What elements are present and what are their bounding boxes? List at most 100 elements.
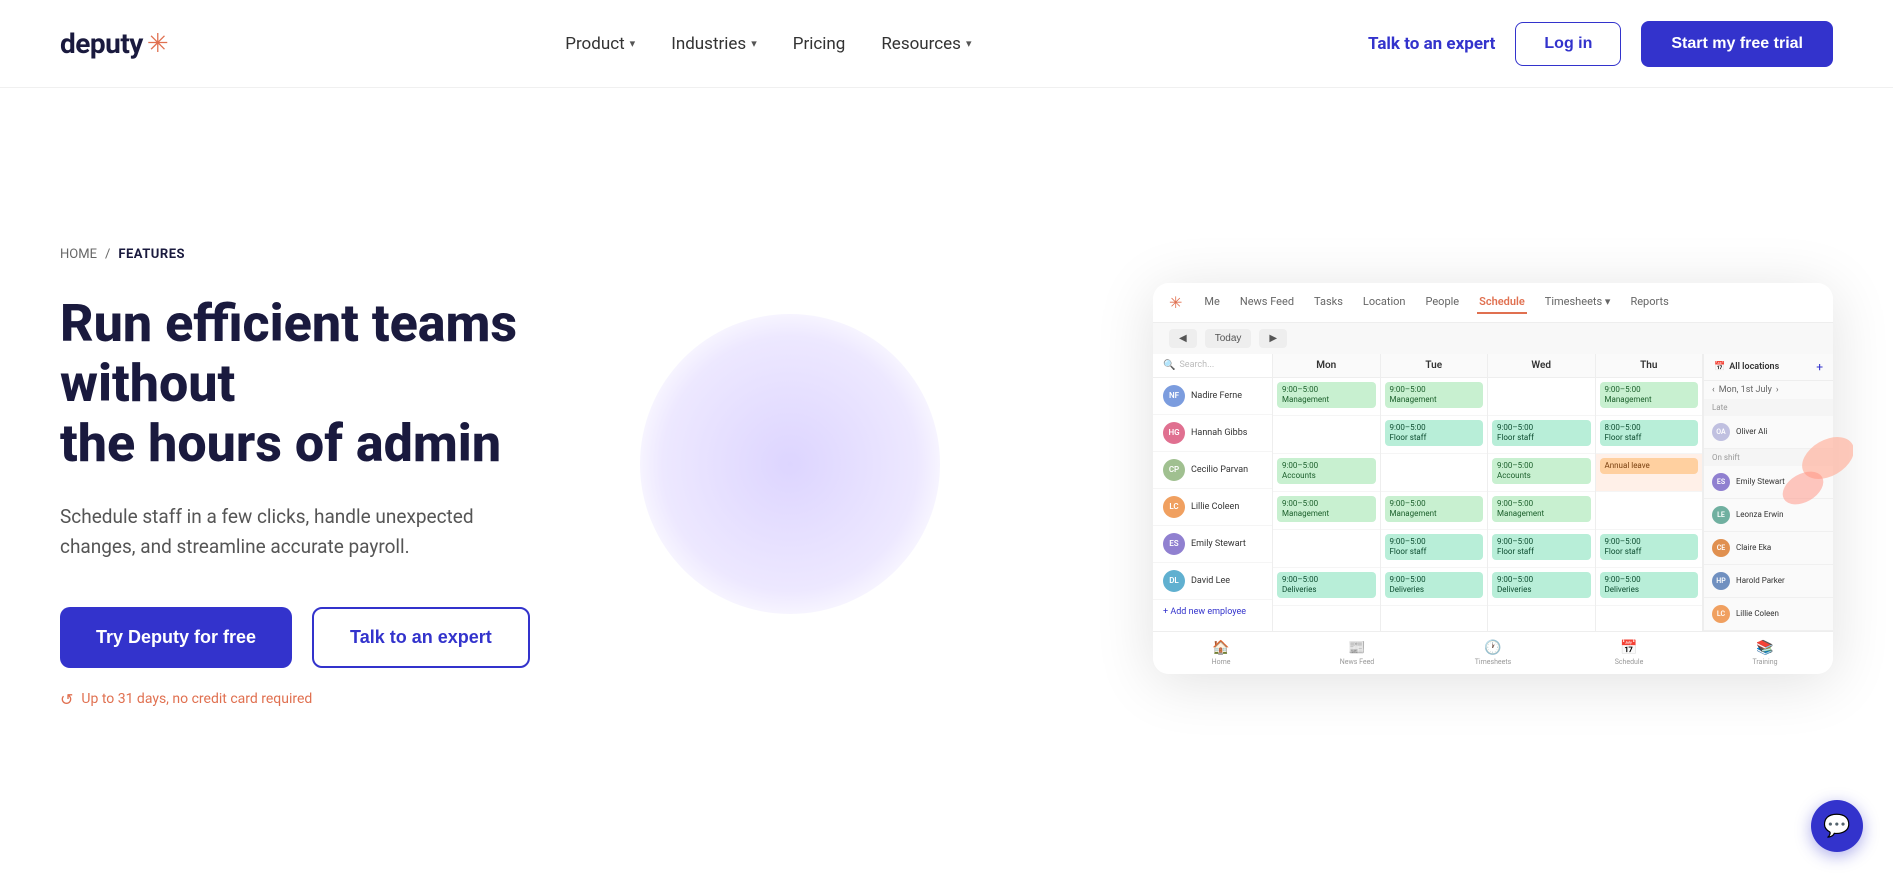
shift-block[interactable]: 9:00–5:00Accounts: [1492, 458, 1591, 485]
table-row: [1488, 378, 1595, 416]
bottom-nav-newsfeed[interactable]: 📰 News Feed: [1289, 638, 1425, 668]
shift-block[interactable]: 9:00–5:00Floor staff: [1492, 534, 1591, 561]
table-row: 9:00–5:00Management: [1381, 378, 1488, 416]
shift-block[interactable]: 9:00–5:00Deliveries: [1600, 572, 1699, 599]
tab-newsfeed[interactable]: News Feed: [1238, 291, 1296, 314]
tab-people[interactable]: People: [1423, 291, 1461, 314]
shift-block[interactable]: 8:00–5:00Floor staff: [1600, 420, 1699, 447]
toolbar-btn-1[interactable]: ◀: [1169, 329, 1197, 348]
add-employee-button[interactable]: + Add new employee: [1153, 600, 1272, 624]
nav-links: Product ▾ Industries ▾ Pricing Resources…: [565, 34, 971, 54]
shift-block[interactable]: 9:00–5:00Management: [1277, 496, 1376, 523]
nav-talk-to-expert-link[interactable]: Talk to an expert: [1368, 34, 1495, 54]
logo[interactable]: deputy ✳: [60, 27, 169, 60]
staff-list: 🔍 Search... NF Nadire Ferne HG Hannah Gi…: [1153, 354, 1273, 631]
bottom-nav-home[interactable]: 🏠 Home: [1153, 638, 1289, 668]
app-topbar: ✳ Me News Feed Tasks Location People Sch…: [1153, 283, 1833, 323]
avatar: NF: [1163, 385, 1185, 407]
hero-left: HOME / FEATURES Run efficient teams with…: [60, 247, 580, 708]
annual-leave-block[interactable]: Annual leave: [1600, 458, 1699, 474]
tab-me[interactable]: Me: [1202, 291, 1221, 314]
app-nav-tabs: Me News Feed Tasks Location People Sched…: [1202, 291, 1670, 314]
shift-block[interactable]: 9:00–5:00Deliveries: [1385, 572, 1484, 599]
hero-heading: Run efficient teams without the hours of…: [60, 294, 580, 473]
breadcrumb-separator: /: [105, 247, 110, 262]
shift-block[interactable]: 9:00–5:00Floor staff: [1600, 534, 1699, 561]
day-header-thu: Thu: [1596, 354, 1703, 378]
nav-industries[interactable]: Industries ▾: [671, 34, 757, 54]
search-icon: 🔍: [1163, 360, 1175, 371]
refresh-icon: ↺: [60, 690, 73, 709]
avatar: CP: [1163, 459, 1185, 481]
talk-to-expert-button[interactable]: Talk to an expert: [312, 607, 530, 668]
training-icon: 📚: [1756, 640, 1773, 656]
day-header-mon: Mon: [1273, 354, 1380, 378]
shift-block[interactable]: 9:00–5:00Floor staff: [1385, 420, 1484, 447]
chevron-right-icon[interactable]: ›: [1776, 385, 1779, 395]
shift-block[interactable]: 9:00–5:00Management: [1385, 496, 1484, 523]
calendar-icon: 📅: [1714, 362, 1725, 372]
nav-pricing[interactable]: Pricing: [793, 34, 846, 54]
timesheets-icon: 🕐: [1484, 640, 1501, 656]
tab-location[interactable]: Location: [1361, 291, 1408, 314]
toolbar-btn-3[interactable]: ▶: [1259, 329, 1287, 348]
table-row: [1596, 492, 1703, 530]
list-item: ES Emily Stewart: [1153, 526, 1272, 563]
day-col-tue: Tue 9:00–5:00Management 9:00–5:00Floor s…: [1381, 354, 1489, 631]
day-col-mon: Mon 9:00–5:00Management 9:00–5:00Account…: [1273, 354, 1381, 631]
hero-buttons: Try Deputy for free Talk to an expert: [60, 607, 580, 668]
tab-reports[interactable]: Reports: [1628, 291, 1670, 314]
login-button[interactable]: Log in: [1515, 22, 1621, 66]
table-row: 9:00–5:00Management: [1273, 378, 1380, 416]
tab-tasks[interactable]: Tasks: [1312, 291, 1345, 314]
logo-text: deputy: [60, 27, 143, 60]
avatar: LC: [1163, 496, 1185, 518]
table-row: 9:00–5:00Floor staff: [1381, 530, 1488, 568]
nav-product[interactable]: Product ▾: [565, 34, 635, 54]
breadcrumb-home[interactable]: HOME: [60, 247, 97, 262]
shift-block[interactable]: 9:00–5:00Deliveries: [1492, 572, 1591, 599]
table-row: 9:00–5:00Accounts: [1273, 454, 1380, 492]
right-panel-header: 📅 All locations +: [1704, 354, 1833, 381]
date-display: Mon, 1st July: [1719, 385, 1772, 395]
list-item: LC Lillie Coleen: [1704, 598, 1833, 631]
chat-bubble-button[interactable]: 💬: [1811, 800, 1863, 852]
shift-block[interactable]: 9:00–5:00Floor staff: [1492, 420, 1591, 447]
shift-block[interactable]: 9:00–5:00Deliveries: [1277, 572, 1376, 599]
shift-block[interactable]: 9:00–5:00Management: [1492, 496, 1591, 523]
avatar: LC: [1712, 605, 1730, 623]
add-location-icon[interactable]: +: [1816, 360, 1823, 374]
home-icon: 🏠: [1212, 640, 1229, 656]
table-row: 9:00–5:00Floor staff: [1381, 416, 1488, 454]
shift-block[interactable]: 9:00–5:00Accounts: [1277, 458, 1376, 485]
shift-block[interactable]: 9:00–5:00Management: [1277, 382, 1376, 409]
chevron-down-icon: ▾: [630, 37, 636, 50]
try-deputy-free-button[interactable]: Try Deputy for free: [60, 607, 292, 668]
staff-name: Cecilio Parvan: [1191, 465, 1248, 475]
table-row: 9:00–5:00Floor staff: [1488, 416, 1595, 454]
toolbar-btn-2[interactable]: Today: [1205, 329, 1252, 348]
shift-block[interactable]: 9:00–5:00Management: [1600, 382, 1699, 409]
staff-name: David Lee: [1191, 576, 1230, 586]
hero-right: ✳ Me News Feed Tasks Location People Sch…: [580, 283, 1833, 674]
tab-timesheets[interactable]: Timesheets ▾: [1543, 291, 1613, 314]
chevron-left-icon[interactable]: ‹: [1712, 385, 1715, 395]
shift-block[interactable]: 9:00–5:00Floor staff: [1385, 534, 1484, 561]
app-screenshot: ✳ Me News Feed Tasks Location People Sch…: [1153, 283, 1833, 674]
bottom-nav-training[interactable]: 📚 Training: [1697, 638, 1833, 668]
day-columns: Mon 9:00–5:00Management 9:00–5:00Account…: [1273, 354, 1703, 631]
start-free-trial-button[interactable]: Start my free trial: [1641, 21, 1833, 67]
day-header-tue: Tue: [1381, 354, 1488, 378]
table-row: 9:00–5:00Deliveries: [1381, 568, 1488, 606]
chat-icon: 💬: [1823, 814, 1850, 839]
chevron-down-icon: ▾: [751, 37, 757, 50]
table-row: [1273, 416, 1380, 454]
app-toolbar: ◀ Today ▶: [1153, 323, 1833, 354]
nav-resources[interactable]: Resources ▾: [881, 34, 971, 54]
list-item: DL David Lee: [1153, 563, 1272, 600]
table-row: 9:00–5:00Deliveries: [1596, 568, 1703, 606]
tab-schedule[interactable]: Schedule: [1477, 291, 1527, 314]
shift-block[interactable]: 9:00–5:00Management: [1385, 382, 1484, 409]
bottom-nav-timesheets[interactable]: 🕐 Timesheets: [1425, 638, 1561, 668]
bottom-nav-schedule[interactable]: 📅 Schedule: [1561, 638, 1697, 668]
